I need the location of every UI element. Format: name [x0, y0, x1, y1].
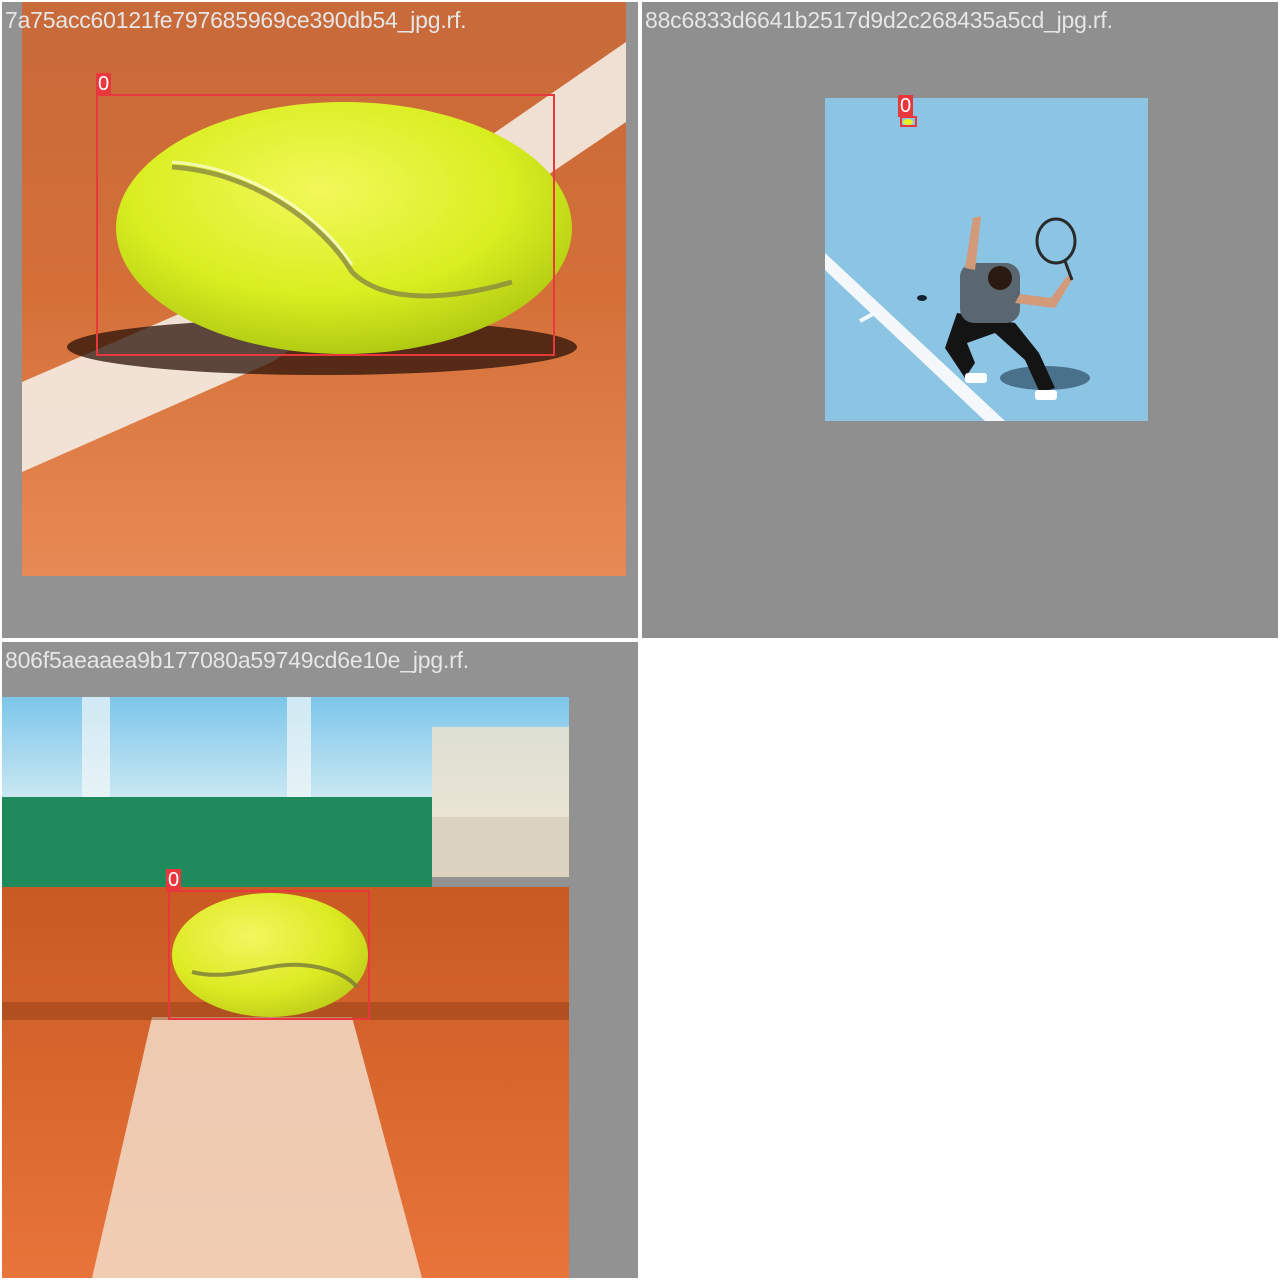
mosaic-tile-1: 7a75acc60121fe797685969ce390db54_jpg.rf.… — [2, 2, 638, 638]
tennis-serve-photo — [825, 98, 1148, 421]
image-filename: 88c6833d6641b2517d9d2c268435a5cd_jpg.rf. — [645, 7, 1113, 33]
detection-bounding-box — [96, 94, 555, 356]
detection-class-label: 0 — [96, 73, 112, 95]
detection-bounding-box — [168, 890, 370, 1020]
detection-class-label: 0 — [166, 869, 182, 891]
mosaic-tile-2: 88c6833d6641b2517d9d2c268435a5cd_jpg.rf.… — [642, 2, 1278, 638]
detection-class-label: 0 — [898, 95, 914, 117]
detection-bounding-box — [900, 116, 917, 127]
mosaic-tile-3: 806f5aeaaea9b177080a59749cd6e10e_jpg.rf.… — [2, 642, 638, 1278]
image-filename: 7a75acc60121fe797685969ce390db54_jpg.rf. — [5, 7, 467, 33]
image-filename: 806f5aeaaea9b177080a59749cd6e10e_jpg.rf. — [5, 647, 469, 673]
